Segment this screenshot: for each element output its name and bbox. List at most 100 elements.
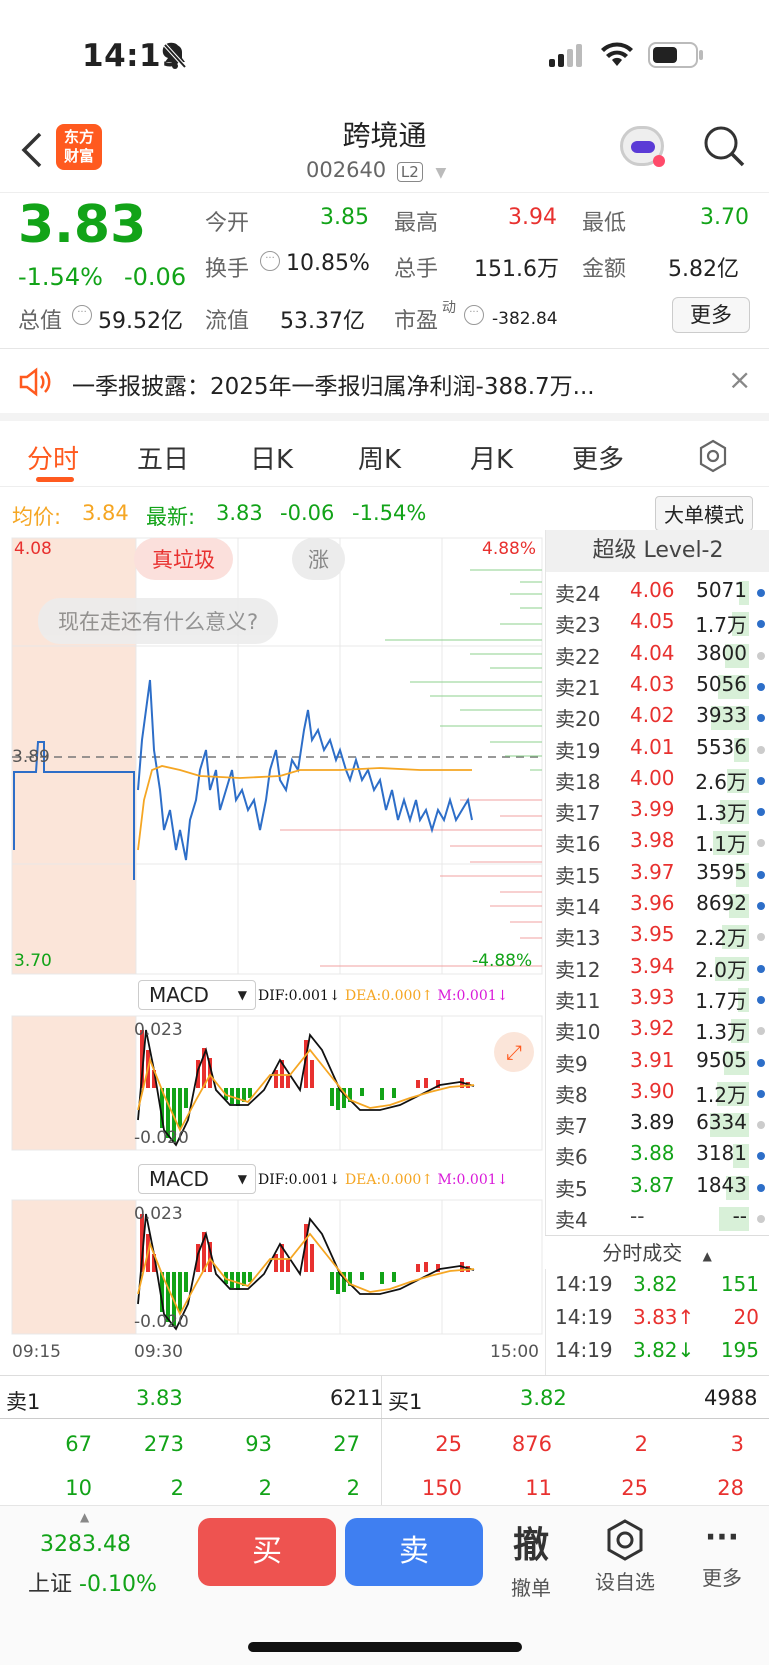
status-dot-icon <box>757 776 765 785</box>
ask-row[interactable]: 卖20 4.02 3933 <box>555 703 769 734</box>
ask-row[interactable]: 卖23 4.05 1.7万 <box>555 609 769 640</box>
close-icon[interactable]: × <box>728 363 751 396</box>
caret-up-icon[interactable]: ▲ <box>80 1510 89 1524</box>
watchlist-label: 设自选 <box>595 1570 655 1594</box>
ask-row[interactable]: 卖24 4.06 5071 <box>555 578 769 609</box>
level2-title[interactable]: 超级 Level-2 <box>546 530 769 572</box>
index-row[interactable]: 上证 -0.10% <box>28 1566 157 1598</box>
order-count-cell: 273 <box>143 1432 184 1456</box>
ask-row[interactable]: 卖8 3.90 1.2万 <box>555 1079 769 1110</box>
ask-row[interactable]: 卖5 3.87 1843 <box>555 1173 769 1204</box>
macd1-values: DIF:0.001↓ DEA:0.000↑ M:0.001↓ <box>258 988 509 1004</box>
index-value[interactable]: 3283.48 <box>40 1532 131 1557</box>
info-dots-icon[interactable]: ··· <box>260 251 280 271</box>
add-watchlist-button[interactable]: 设自选 <box>588 1518 662 1595</box>
sell-button[interactable]: 卖 <box>345 1518 483 1586</box>
time-open-label: 09:30 <box>134 1342 183 1362</box>
ticks-header[interactable]: 分时成交 ▲ <box>545 1235 769 1269</box>
macd1-selector[interactable]: MACD ▼ <box>138 980 256 1010</box>
change-pct: -1.54% <box>18 263 103 291</box>
cancel-order-button[interactable]: 撤 撤单 <box>506 1516 556 1601</box>
buy-button[interactable]: 买 <box>198 1518 336 1586</box>
chart-tabs: 分时 五日 日K 周K 月K 更多 <box>0 421 769 487</box>
order-summary: 卖1 3.83 6211 买1 3.82 4988 67 273 93 27 10 2 2 2… <box>0 1375 769 1506</box>
ask-volume: 5536 <box>696 734 747 759</box>
more-menu-button[interactable]: ··· 更多 <box>692 1518 752 1591</box>
ask-price: 3.96 <box>630 891 675 915</box>
macd2-histogram <box>140 1214 470 1327</box>
trade-toolbar: ▲ 3283.48 上证 -0.10% 买 卖 撤 撤单 设自选 ··· 更多 <box>0 1505 769 1665</box>
tab-five-day[interactable]: 五日 <box>137 439 189 476</box>
comment-bubble-1[interactable]: 真垃圾 <box>134 538 233 580</box>
latest-label: 最新: <box>146 505 196 529</box>
tab-more[interactable]: 更多 <box>572 439 624 476</box>
ask-price: 4.00 <box>630 765 675 790</box>
tab-daily-k[interactable]: 日K <box>250 439 293 476</box>
pe-superscript: 动 <box>442 300 456 316</box>
tick-price: 3.83↑ <box>633 1305 695 1329</box>
ask-row[interactable]: 卖10 3.92 1.3万 <box>555 1016 769 1047</box>
ask-volume: 3933 <box>696 703 747 728</box>
ask-row[interactable]: 卖11 3.93 1.7万 <box>555 985 769 1016</box>
tick-volume: 151 <box>720 1272 759 1296</box>
ask-level-label: 卖18 <box>555 769 601 794</box>
announcement-text: 一季报披露：2025年一季报归属净利润-388.7万... <box>72 374 595 400</box>
tab-intraday[interactable]: 分时 <box>27 439 79 476</box>
wifi-icon <box>601 42 633 66</box>
search-icon[interactable] <box>702 124 746 168</box>
macd2-selector[interactable]: MACD ▼ <box>138 1164 256 1194</box>
ask-row[interactable]: 卖7 3.89 6334 <box>555 1110 769 1141</box>
ask-price: 3.89 <box>630 1110 675 1135</box>
tab-monthly-k[interactable]: 月K <box>470 439 513 476</box>
depth-bars <box>280 569 542 967</box>
status-dot-icon <box>757 808 765 817</box>
ask-row[interactable]: 卖4 -- -- <box>555 1204 769 1235</box>
ask-row[interactable]: 卖17 3.99 1.3万 <box>555 797 769 828</box>
ask-row[interactable]: 卖9 3.91 9505 <box>555 1048 769 1079</box>
ask-price: 4.02 <box>630 703 675 728</box>
status-dot-icon <box>757 620 765 629</box>
amount-label: 金额 <box>582 257 627 282</box>
ask-row[interactable]: 卖13 3.95 2.2万 <box>555 922 769 953</box>
ymin-label: 3.70 <box>14 951 52 971</box>
buy1-label: 买1 <box>388 1390 423 1414</box>
order-count-cell: 67 <box>65 1432 92 1456</box>
status-dot-icon <box>757 1027 765 1036</box>
ask-row[interactable]: 卖18 4.00 2.6万 <box>555 766 769 797</box>
ask-row[interactable]: 卖6 3.88 3181 <box>555 1141 769 1172</box>
more-button[interactable]: 更多 <box>672 297 750 333</box>
ask-row[interactable]: 卖21 4.03 5056 <box>555 672 769 703</box>
settings-gear-icon[interactable] <box>696 439 730 473</box>
ask-volume: 1.3万 <box>695 1020 747 1045</box>
ask-price: 3.94 <box>630 953 675 978</box>
order-count-cell: 93 <box>245 1432 272 1456</box>
ask-price: 3.98 <box>630 828 675 853</box>
ask-row[interactable]: 卖14 3.96 8692 <box>555 891 769 922</box>
ask-row[interactable]: 卖12 3.94 2.0万 <box>555 954 769 985</box>
ask-row[interactable]: 卖22 4.04 3800 <box>555 641 769 672</box>
ask-volume: 1.7万 <box>695 613 747 638</box>
tick-volume: 195 <box>720 1338 759 1362</box>
ask-row[interactable]: 卖15 3.97 3595 <box>555 860 769 891</box>
stock-code-row[interactable]: 002640 L2 ▼ <box>306 158 446 182</box>
ask-volume: 3181 <box>696 1141 747 1166</box>
tick-time: 14:19 <box>555 1338 613 1362</box>
ask-level-label: 卖15 <box>555 863 601 888</box>
chart-info-line: 均价: 3.84 最新: 3.83 -0.06 -1.54% 大单模式 <box>0 494 769 531</box>
low-label: 最低 <box>582 211 627 236</box>
tab-weekly-k[interactable]: 周K <box>358 439 401 476</box>
comment-bubble-3[interactable]: 现在走还有什么意义? <box>38 598 279 644</box>
info-dots-icon[interactable]: ··· <box>464 305 484 325</box>
comment-bubble-2[interactable]: 涨 <box>292 538 345 580</box>
announcement-bar[interactable]: 一季报披露：2025年一季报归属净利润-388.7万... × <box>0 349 769 421</box>
info-dots-icon[interactable]: ··· <box>72 305 92 325</box>
expand-icon[interactable]: ⤢ <box>494 1032 534 1072</box>
robot-assistant-icon[interactable] <box>620 126 665 167</box>
big-order-mode-button[interactable]: 大单模式 <box>655 496 753 531</box>
caret-up-icon: ▲ <box>702 1249 712 1263</box>
status-dot-icon <box>757 745 765 754</box>
ask-row[interactable]: 卖19 4.01 5536 <box>555 735 769 766</box>
ask-row[interactable]: 卖16 3.98 1.1万 <box>555 828 769 859</box>
home-indicator <box>248 1642 522 1652</box>
order-count-cell: 2 <box>258 1476 272 1500</box>
